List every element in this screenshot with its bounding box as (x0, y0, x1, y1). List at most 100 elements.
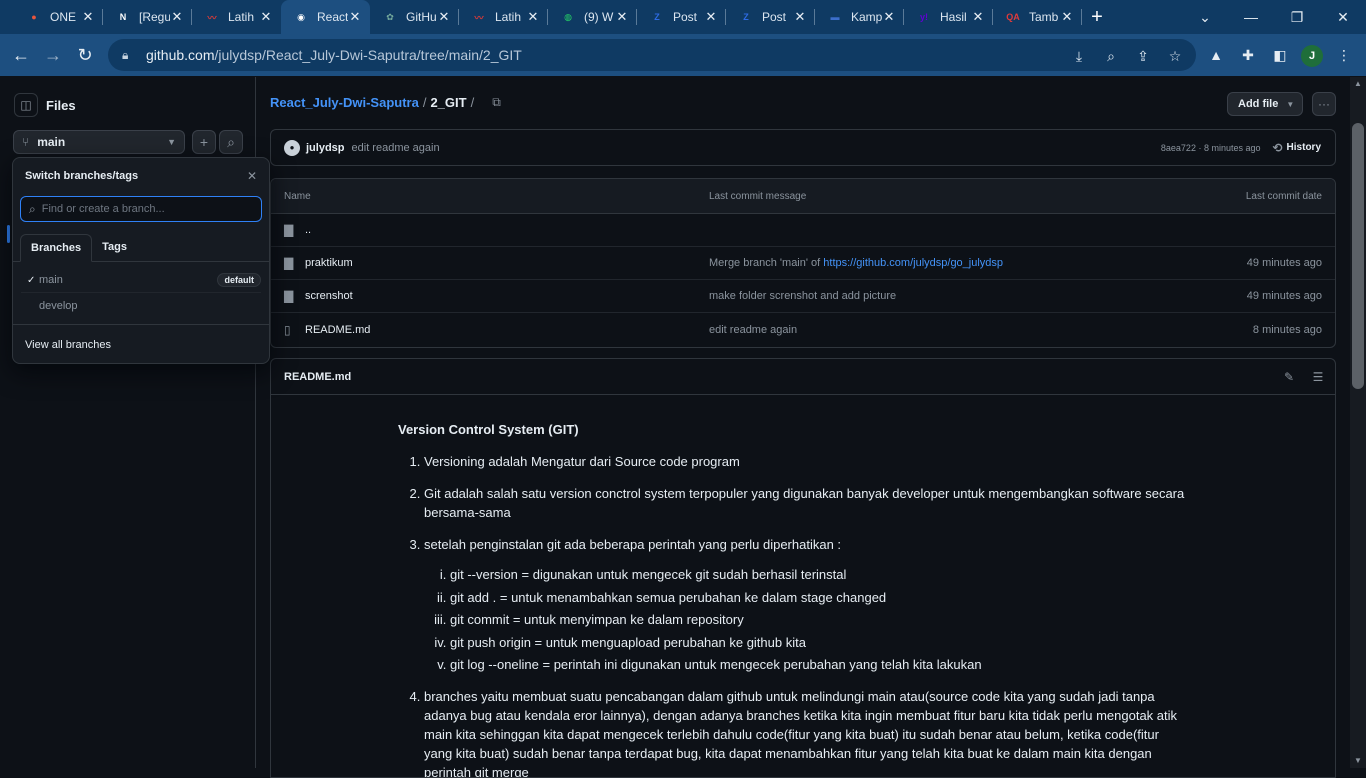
main-content: React_July-Dwi-Saputra / 2_GIT / ⧉ Add f… (270, 77, 1336, 778)
tab-close-icon[interactable]: ✕ (81, 9, 95, 25)
tab-tags[interactable]: Tags (92, 233, 137, 261)
scroll-down-arrow-icon[interactable]: ▼ (1354, 756, 1362, 765)
file-name-link[interactable]: screnshot (305, 290, 353, 302)
github-icon: ◉ (297, 11, 305, 22)
sidebar-toggle-icon[interactable]: ◫ (14, 93, 38, 117)
search-icon: ⌕ (29, 201, 36, 216)
folder-icon: ▇ (284, 256, 294, 270)
tab-item[interactable]: ◍ (9) W ✕ (548, 0, 637, 34)
avatar[interactable]: ● (284, 139, 300, 156)
tab-item[interactable]: Z Post ✕ (726, 0, 815, 34)
tab-close-icon[interactable]: ✕ (259, 9, 273, 25)
table-row[interactable]: ▇ screnshot make folder screnshot and add … (271, 280, 1335, 313)
branch-name: main (37, 135, 66, 149)
column-header-message: Last commit message (709, 190, 807, 202)
bookmark-star-icon[interactable]: ☆ (1166, 47, 1184, 65)
branch-selector-button[interactable]: ⑂ main ▼ (13, 130, 185, 154)
commit-message-link[interactable]: edit readme again (709, 324, 797, 336)
file-name-link[interactable]: praktikum (305, 257, 353, 269)
branch-item-main[interactable]: ✓ main default (21, 268, 261, 292)
add-file-button[interactable]: Add file ▼ (1227, 92, 1303, 116)
tab-item[interactable]: N [Regu ✕ (103, 0, 192, 34)
close-icon[interactable]: ✕ (247, 169, 257, 183)
file-name-link[interactable]: README.md (305, 324, 370, 336)
tab-close-icon[interactable]: ✕ (615, 9, 629, 25)
column-header-name: Name (284, 190, 311, 202)
tab-item[interactable]: ✿ GitHu ✕ (370, 0, 459, 34)
commit-url-link[interactable]: https://github.com/julydsp/go_julydsp (823, 257, 1003, 269)
tab-item[interactable]: y! Hasil ✕ (904, 0, 993, 34)
address-bar[interactable]: 🔒︎ github.com/julydsp/React_July-Dwi-Sap… (108, 39, 1196, 71)
back-button[interactable]: ← (5, 39, 37, 71)
tab-item[interactable]: QA Tamb ✕ (993, 0, 1082, 34)
file-name-link[interactable]: .. (305, 224, 311, 236)
commit-message[interactable]: edit readme again (352, 142, 440, 154)
sidebar-header: ◫ Files (14, 93, 76, 117)
forward-button[interactable]: → (37, 39, 69, 71)
folder-icon: ▇ (284, 289, 294, 303)
tab-search-chevron-icon[interactable]: ⌄ (1182, 0, 1228, 34)
tab-close-icon[interactable]: ✕ (348, 9, 362, 25)
tab-close-icon[interactable]: ✕ (793, 9, 807, 25)
tab-item[interactable]: ◉ React ✕ (281, 0, 370, 34)
z-icon: Z (743, 12, 749, 22)
view-all-branches-link[interactable]: View all branches (13, 324, 269, 364)
scrollbar-thumb[interactable] (1352, 123, 1364, 389)
close-window-button[interactable]: ✕ (1320, 0, 1366, 34)
branch-item-label: develop (39, 300, 78, 312)
scroll-up-arrow-icon[interactable]: ▲ (1354, 79, 1362, 88)
add-file-plus-button[interactable]: + (192, 130, 216, 154)
side-panel-icon[interactable]: ◧ (1271, 46, 1289, 64)
history-button[interactable]: ⟲ History (1272, 141, 1321, 155)
commit-message-link[interactable]: Merge branch 'main' of (709, 257, 823, 269)
minimize-button[interactable]: — (1228, 0, 1274, 34)
new-tab-button[interactable]: + (1082, 0, 1112, 34)
profile-avatar[interactable]: J (1301, 45, 1323, 67)
search-files-button[interactable]: ⌕ (219, 130, 243, 154)
tab-close-icon[interactable]: ✕ (526, 9, 540, 25)
tab-close-icon[interactable]: ✕ (437, 9, 451, 25)
list-item: setelah penginstalan git ada beberapa pe… (424, 535, 1188, 674)
red-swoosh-icon: 〰 (207, 12, 217, 23)
commit-message-link[interactable]: make folder screnshot and add picture (709, 290, 896, 302)
zoom-icon[interactable]: ⌕ (1102, 47, 1120, 65)
pencil-icon[interactable]: ✎ (1282, 370, 1296, 384)
restore-button[interactable]: ❐ (1274, 0, 1320, 34)
share-icon[interactable]: ⇪ (1134, 47, 1152, 65)
commit-sha-time[interactable]: 8aea722 · 8 minutes ago (1161, 143, 1261, 153)
copy-path-icon[interactable]: ⧉ (492, 95, 501, 110)
tab-close-icon[interactable]: ✕ (1060, 9, 1074, 25)
menu-dots-icon[interactable]: ⋮ (1335, 46, 1353, 64)
extensions-puzzle-icon[interactable]: ✚ (1239, 46, 1257, 64)
tab-item[interactable]: 〰 Latih ✕ (192, 0, 281, 34)
tab-branches[interactable]: Branches (20, 234, 93, 262)
reload-button[interactable]: ↻ (69, 39, 101, 71)
tab-close-icon[interactable]: ✕ (170, 9, 184, 25)
list-item: git --version = digunakan untuk mengecek… (450, 565, 1188, 584)
tab-title: React (317, 10, 348, 24)
branch-search-input[interactable]: ⌕ Find or create a branch... (20, 196, 262, 222)
table-row[interactable]: ▇.. (271, 214, 1335, 247)
branch-item-develop[interactable]: develop (21, 294, 261, 318)
tab-item[interactable]: ▬ Kamp ✕ (815, 0, 904, 34)
tab-close-icon[interactable]: ✕ (704, 9, 718, 25)
table-row[interactable]: ▇ praktikum Merge branch 'main' of https:/… (271, 247, 1335, 280)
tab-item[interactable]: ● ONE ✕ (14, 0, 103, 34)
tab-close-icon[interactable]: ✕ (882, 9, 896, 25)
whatsapp-icon: ◍ (564, 11, 572, 22)
breadcrumb-repo-link[interactable]: React_July-Dwi-Saputra (270, 95, 419, 110)
outline-list-icon[interactable]: ☰ (1311, 370, 1325, 384)
more-options-button[interactable]: ··· (1312, 92, 1336, 116)
page-scrollbar[interactable]: ▲ ▼ (1350, 77, 1366, 768)
qa-icon: QA (1006, 12, 1020, 22)
caret-down-icon: ▼ (167, 137, 176, 147)
folder-icon: ▇ (284, 223, 294, 237)
extension-triangle-icon[interactable]: ▲ (1207, 46, 1225, 64)
commit-author[interactable]: julydsp (306, 142, 345, 154)
tab-close-icon[interactable]: ✕ (971, 9, 985, 25)
install-app-icon[interactable]: ⤓ (1070, 47, 1088, 65)
tab-item[interactable]: 〰 Latih ✕ (459, 0, 548, 34)
table-row[interactable]: ▯ README.md edit readme again 8 minutes ago (271, 313, 1335, 346)
tab-item[interactable]: Z Post ✕ (637, 0, 726, 34)
commit-date: 49 minutes ago (1246, 257, 1322, 269)
